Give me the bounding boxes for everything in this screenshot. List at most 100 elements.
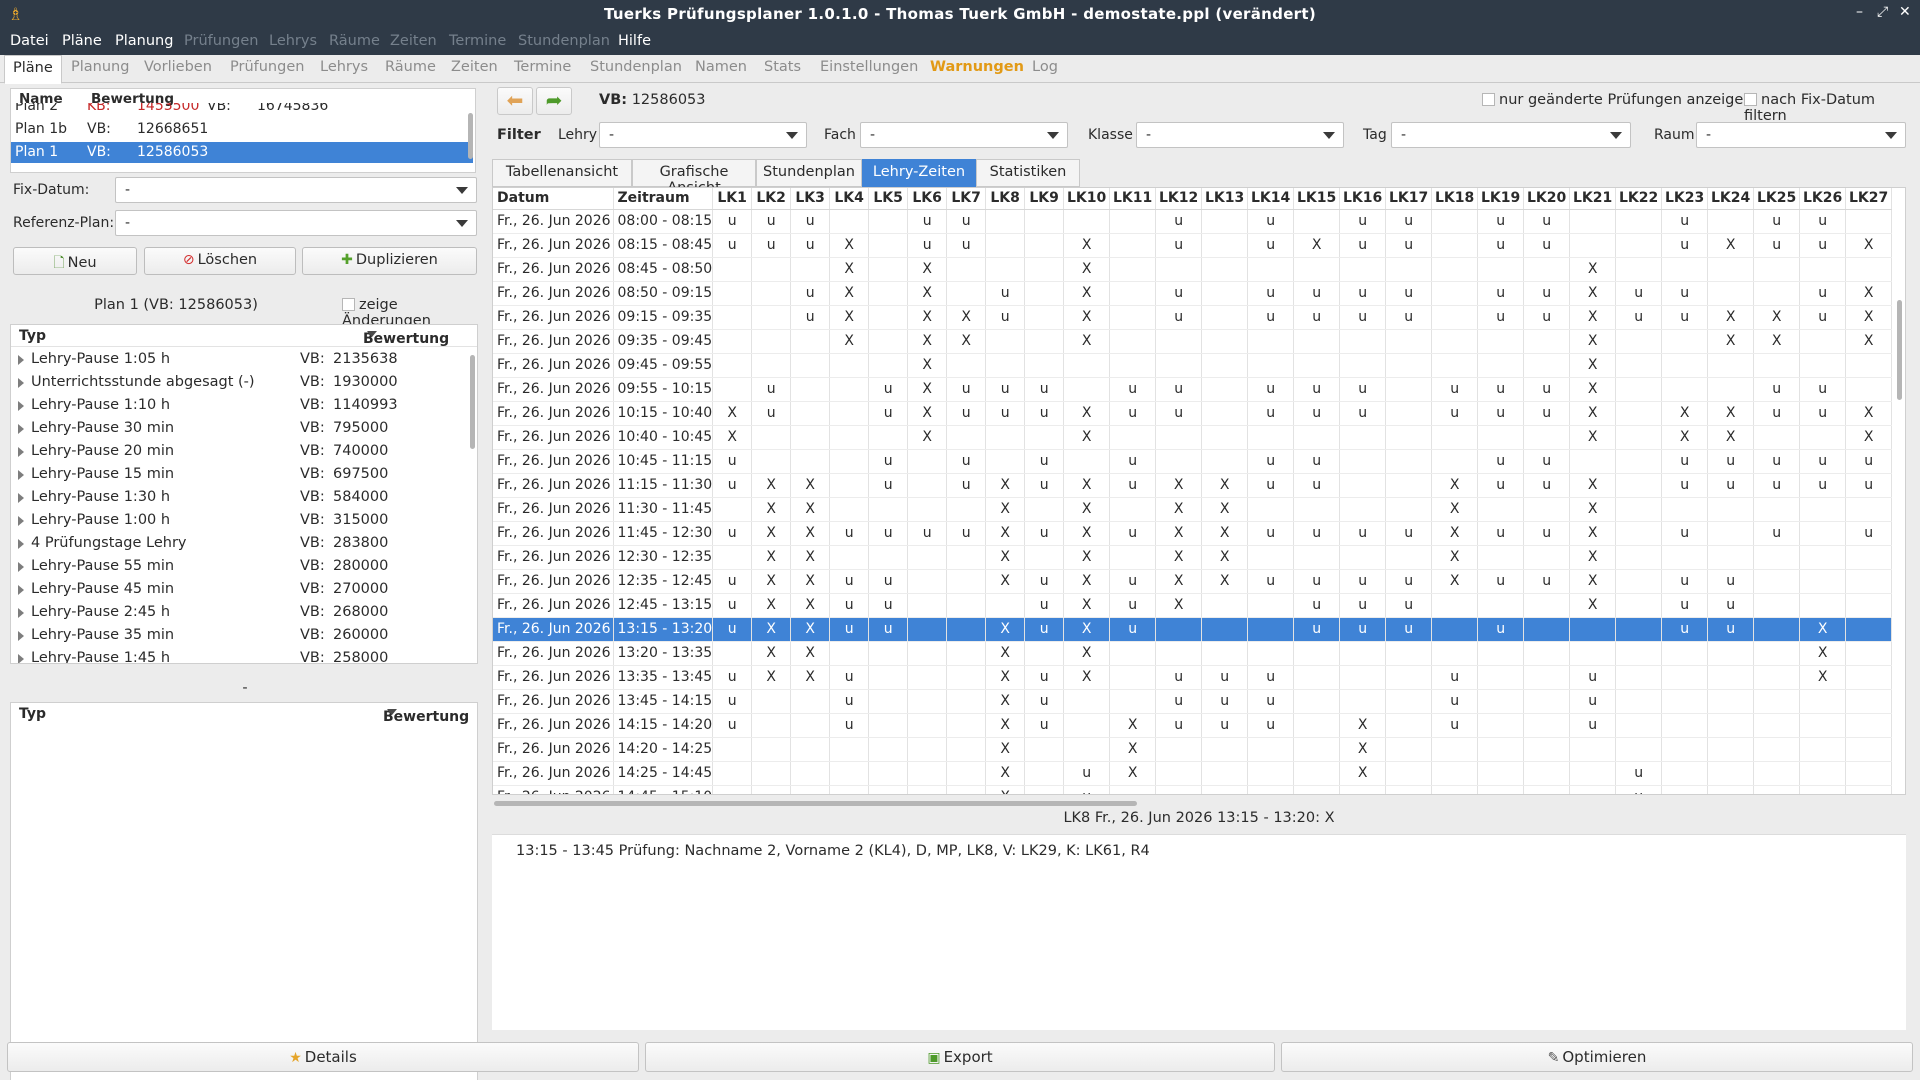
grid-cell[interactable]: [1024, 737, 1065, 762]
tab-zeiten[interactable]: Zeiten: [451, 59, 498, 75]
grid-row[interactable]: Fr., 26. Jun 2026 09:15 - 09:35 u X X Xu Xu u u u…: [493, 305, 1893, 330]
grid-cell[interactable]: [829, 449, 870, 474]
grid-cell[interactable]: u: [1247, 473, 1295, 498]
grid-cell[interactable]: [751, 785, 792, 794]
grid-cell[interactable]: X: [985, 521, 1026, 546]
grid-cell-date[interactable]: Fr., 26. Jun 2026: [493, 737, 614, 762]
grid-cell[interactable]: u: [1247, 521, 1295, 546]
grid-row[interactable]: Fr., 26. Jun 2026 08:00 - 08:15 u u u u u u u u u u…: [493, 209, 1893, 234]
grid-cell[interactable]: u: [1339, 617, 1387, 642]
grid-cell[interactable]: u: [790, 281, 831, 306]
grid-cell[interactable]: [1477, 545, 1525, 570]
grid-header-datum[interactable]: Datum: [493, 188, 614, 210]
grid-cell-date[interactable]: Fr., 26. Jun 2026: [493, 257, 614, 282]
grid-cell[interactable]: [1431, 785, 1479, 794]
grid-cell[interactable]: u: [1247, 713, 1295, 738]
subtab-tabellenansicht[interactable]: Tabellenansicht: [492, 159, 632, 187]
grid-cell[interactable]: [1293, 737, 1341, 762]
grid-cell[interactable]: [829, 377, 870, 402]
grid-cell[interactable]: [790, 785, 831, 794]
grid-header-lk7[interactable]: LK7: [946, 188, 987, 210]
grid-cell[interactable]: [1431, 281, 1479, 306]
grid-cell[interactable]: X: [1155, 545, 1203, 570]
grid-cell[interactable]: u: [712, 665, 753, 690]
grid-cell[interactable]: [1753, 257, 1801, 282]
grid-cell[interactable]: [1155, 785, 1203, 794]
grid-cell[interactable]: [712, 545, 753, 570]
grid-cell[interactable]: u: [1477, 233, 1525, 258]
grid-cell[interactable]: [907, 497, 948, 522]
grid-cell[interactable]: u: [907, 209, 948, 234]
grid-cell[interactable]: [868, 641, 909, 666]
export-button[interactable]: ▣ Export: [645, 1042, 1275, 1072]
grid-cell[interactable]: X: [1753, 329, 1801, 354]
grid-cell[interactable]: [1661, 713, 1709, 738]
grid-cell[interactable]: u: [1477, 305, 1525, 330]
grid-header-lk22[interactable]: LK22: [1615, 188, 1663, 210]
grid-cell[interactable]: [1569, 641, 1617, 666]
grid-cell[interactable]: u: [1523, 401, 1571, 426]
grid-cell[interactable]: u: [1385, 209, 1433, 234]
grid-cell[interactable]: [1247, 617, 1295, 642]
grid-cell[interactable]: [1339, 449, 1387, 474]
grid-cell[interactable]: [1799, 761, 1847, 786]
grid-cell[interactable]: [1339, 329, 1387, 354]
grid-cell[interactable]: [1024, 353, 1065, 378]
grid-header-lk21[interactable]: LK21: [1569, 188, 1617, 210]
grid-cell[interactable]: u: [1661, 281, 1709, 306]
grid-cell[interactable]: X: [1431, 497, 1479, 522]
maximize-icon[interactable]: ⤢: [1877, 4, 1888, 20]
grid-cell[interactable]: [868, 257, 909, 282]
grid-cell[interactable]: u: [1293, 401, 1341, 426]
grid-cell[interactable]: [1615, 521, 1663, 546]
grid-cell[interactable]: [1247, 785, 1295, 794]
grid-header-lk23[interactable]: LK23: [1661, 188, 1709, 210]
grid-cell-time[interactable]: 13:20 - 13:35: [613, 641, 714, 666]
grid-cell-time[interactable]: 10:45 - 11:15: [613, 449, 714, 474]
grid-cell[interactable]: [1155, 641, 1203, 666]
grid-cell[interactable]: u: [946, 209, 987, 234]
grid-header-lk2[interactable]: LK2: [751, 188, 792, 210]
grid-cell[interactable]: [946, 593, 987, 618]
grid-cell[interactable]: [751, 353, 792, 378]
grid-cell[interactable]: [1109, 305, 1157, 330]
grid-cell[interactable]: [1063, 689, 1111, 714]
grid-cell[interactable]: u: [1753, 449, 1801, 474]
grid-row[interactable]: Fr., 26. Jun 2026 11:15 - 11:30 u X Xu u Xu Xu X…: [493, 473, 1893, 498]
grid-cell[interactable]: X: [907, 377, 948, 402]
grid-cell[interactable]: u: [1753, 377, 1801, 402]
grid-cell[interactable]: [1385, 713, 1433, 738]
grid-cell[interactable]: u: [868, 593, 909, 618]
filter-fach-select[interactable]: -: [860, 122, 1068, 148]
fix-datum-select[interactable]: -: [115, 177, 477, 203]
tree-row[interactable]: Lehry-Pause 1:45 h VB: 258000: [11, 648, 477, 663]
grid-cell[interactable]: X: [1063, 329, 1111, 354]
grid-header-lk20[interactable]: LK20: [1523, 188, 1571, 210]
grid-cell[interactable]: [790, 689, 831, 714]
grid-cell[interactable]: [907, 593, 948, 618]
grid-cell-date[interactable]: Fr., 26. Jun 2026: [493, 449, 614, 474]
grid-cell-date[interactable]: Fr., 26. Jun 2026: [493, 209, 614, 234]
grid-cell[interactable]: [1063, 713, 1111, 738]
grid-cell[interactable]: [1385, 329, 1433, 354]
grid-cell[interactable]: u: [1799, 473, 1847, 498]
grid-cell[interactable]: [1707, 353, 1755, 378]
grid-cell[interactable]: [1615, 401, 1663, 426]
grid-cell[interactable]: u: [1477, 569, 1525, 594]
tab-stats[interactable]: Stats: [764, 59, 801, 75]
grid-cell[interactable]: X: [751, 545, 792, 570]
grid-cell[interactable]: X: [985, 569, 1026, 594]
grid-cell[interactable]: [907, 473, 948, 498]
grid-cell[interactable]: [1385, 761, 1433, 786]
grid-cell[interactable]: X: [1063, 593, 1111, 618]
grid-cell-date[interactable]: Fr., 26. Jun 2026: [493, 593, 614, 618]
grid-cell[interactable]: X: [1799, 665, 1847, 690]
grid-cell[interactable]: [1339, 473, 1387, 498]
grid-cell[interactable]: [1615, 713, 1663, 738]
grid-cell[interactable]: [1293, 785, 1341, 794]
grid-cell[interactable]: [1339, 785, 1387, 794]
grid-cell-date[interactable]: Fr., 26. Jun 2026: [493, 329, 614, 354]
grid-cell[interactable]: [1477, 761, 1525, 786]
filter-tag-select[interactable]: -: [1391, 122, 1631, 148]
grid-cell[interactable]: [1477, 665, 1525, 690]
